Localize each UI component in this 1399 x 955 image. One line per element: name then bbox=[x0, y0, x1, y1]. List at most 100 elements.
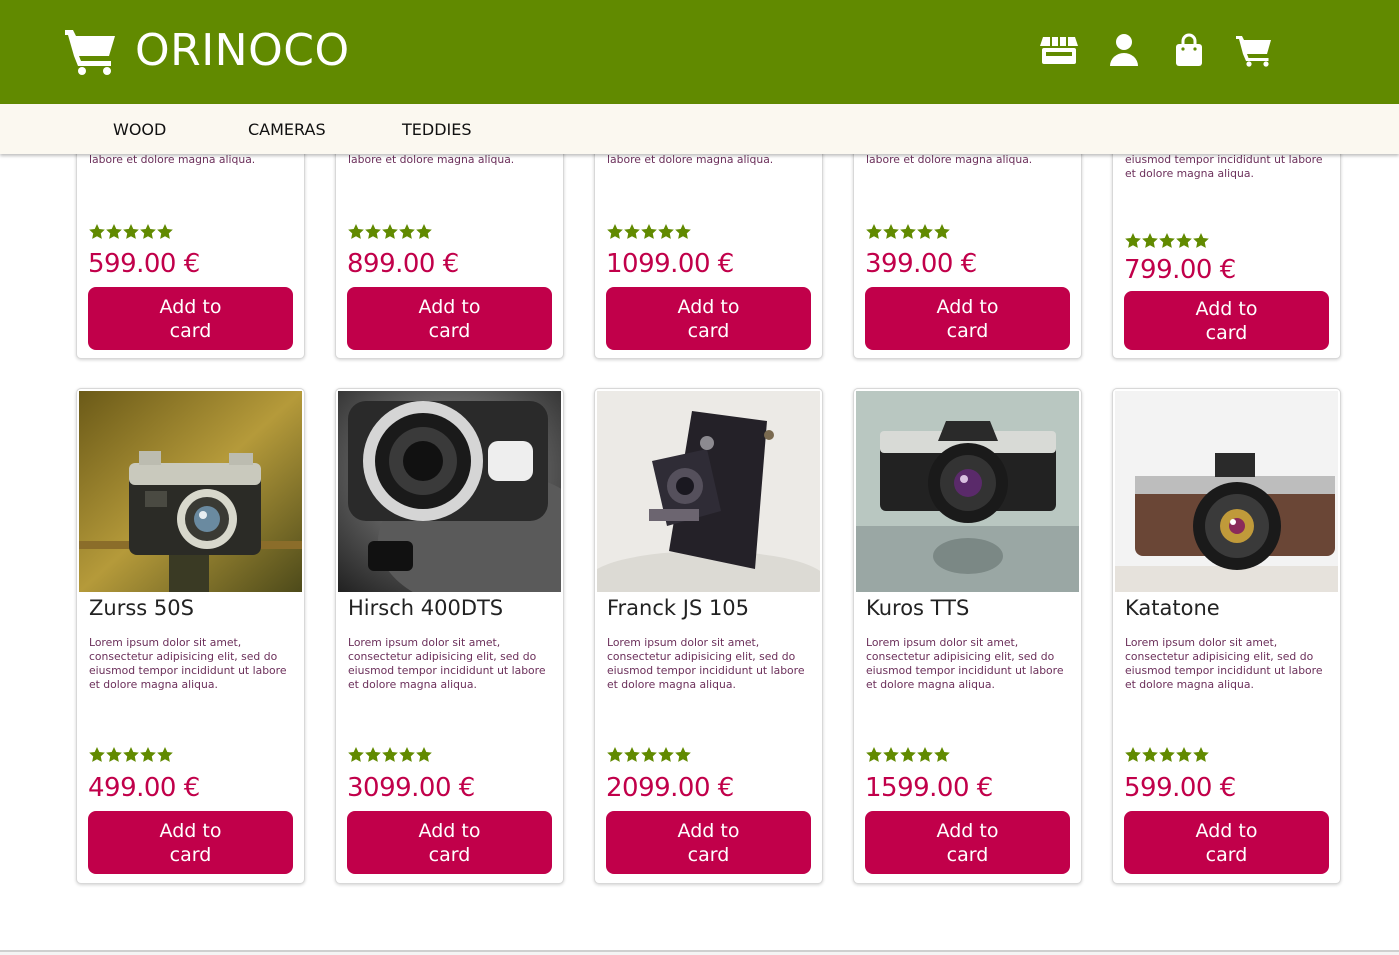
star-icon bbox=[1193, 747, 1209, 762]
product-name[interactable]: Franck JS 105 bbox=[607, 596, 749, 620]
product-price: 899.00 € bbox=[347, 249, 459, 279]
product-image[interactable] bbox=[597, 391, 820, 592]
star-icon bbox=[123, 224, 139, 239]
rating-stars bbox=[1125, 233, 1210, 248]
product-price: 399.00 € bbox=[865, 249, 977, 279]
product-price: 1099.00 € bbox=[606, 249, 734, 279]
star-icon bbox=[917, 747, 933, 762]
shopping-bag-icon[interactable] bbox=[1170, 30, 1208, 70]
add-to-cart-label: Add to card bbox=[677, 295, 740, 342]
star-icon bbox=[399, 224, 415, 239]
product-price: 499.00 € bbox=[88, 773, 200, 803]
star-icon bbox=[624, 747, 640, 762]
add-to-cart-label: Add to card bbox=[418, 295, 481, 342]
star-icon bbox=[900, 747, 916, 762]
star-icon bbox=[157, 224, 173, 239]
product-price: 3099.00 € bbox=[347, 773, 475, 803]
product-description: Lorem ipsum dolor sit amet, consectetur … bbox=[866, 636, 1064, 691]
star-icon bbox=[900, 224, 916, 239]
product-card: Hirsch 400DTS Lorem ipsum dolor sit amet… bbox=[335, 388, 564, 884]
header-actions bbox=[1040, 30, 1273, 70]
add-to-cart-button[interactable]: Add to card bbox=[865, 287, 1070, 350]
product-price: 1599.00 € bbox=[865, 773, 993, 803]
star-icon bbox=[348, 747, 364, 762]
add-to-cart-button[interactable]: Add to card bbox=[347, 287, 552, 350]
add-to-cart-button[interactable]: Add to card bbox=[606, 811, 811, 874]
star-icon bbox=[1159, 233, 1175, 248]
category-nav: WOOD CAMERAS TEDDIES bbox=[0, 104, 1399, 154]
add-to-cart-label: Add to card bbox=[1195, 819, 1258, 866]
star-icon bbox=[866, 747, 882, 762]
add-to-cart-label: Add to card bbox=[677, 819, 740, 866]
rating-stars bbox=[89, 747, 174, 762]
product-image[interactable] bbox=[79, 391, 302, 592]
star-icon bbox=[607, 224, 623, 239]
star-icon bbox=[641, 224, 657, 239]
product-image[interactable] bbox=[856, 391, 1079, 592]
star-icon bbox=[1125, 747, 1141, 762]
star-icon bbox=[1142, 747, 1158, 762]
rating-stars bbox=[348, 224, 433, 239]
site-header: ORINOCO bbox=[0, 0, 1399, 104]
store-icon[interactable] bbox=[1040, 30, 1078, 70]
product-description: Lorem ipsum dolor sit amet, consectetur … bbox=[89, 636, 287, 691]
cart-logo-icon bbox=[65, 30, 115, 75]
add-to-cart-label: Add to card bbox=[936, 819, 999, 866]
product-price: 599.00 € bbox=[88, 249, 200, 279]
brand-logo[interactable]: ORINOCO bbox=[63, 26, 350, 76]
product-card: Zurss 50S Lorem ipsum dolor sit amet, co… bbox=[76, 388, 305, 884]
nav-item-cameras[interactable]: CAMERAS bbox=[248, 120, 326, 139]
star-icon bbox=[416, 224, 432, 239]
product-name[interactable]: Katatone bbox=[1125, 596, 1220, 620]
product-description: labore et dolore magna aliqua. bbox=[89, 153, 256, 166]
star-icon bbox=[1193, 233, 1209, 248]
rating-stars bbox=[1125, 747, 1210, 762]
rating-stars bbox=[348, 747, 433, 762]
star-icon bbox=[123, 747, 139, 762]
product-price: 2099.00 € bbox=[606, 773, 734, 803]
product-description: eiusmod tempor incididunt ut labore et d… bbox=[1125, 153, 1323, 180]
star-icon bbox=[883, 747, 899, 762]
page-bottom-divider bbox=[0, 950, 1399, 955]
star-icon bbox=[382, 224, 398, 239]
product-name[interactable]: Zurss 50S bbox=[89, 596, 194, 620]
product-description: Lorem ipsum dolor sit amet, consectetur … bbox=[1125, 636, 1323, 691]
star-icon bbox=[934, 747, 950, 762]
nav-item-wood[interactable]: WOOD bbox=[113, 120, 166, 139]
product-image[interactable] bbox=[338, 391, 561, 592]
brand-name: ORINOCO bbox=[135, 25, 350, 76]
product-card: Katatone Lorem ipsum dolor sit amet, con… bbox=[1112, 388, 1341, 884]
cart-icon[interactable] bbox=[1235, 30, 1273, 70]
rating-stars bbox=[866, 747, 951, 762]
add-to-cart-button[interactable]: Add to card bbox=[865, 811, 1070, 874]
add-to-cart-button[interactable]: Add to card bbox=[88, 287, 293, 350]
page: ORINOCO WOOD CAMERAS TEDDIES labore et d… bbox=[0, 0, 1399, 955]
star-icon bbox=[866, 224, 882, 239]
star-icon bbox=[658, 224, 674, 239]
star-icon bbox=[140, 747, 156, 762]
star-icon bbox=[675, 224, 691, 239]
product-name[interactable]: Kuros TTS bbox=[866, 596, 969, 620]
add-to-cart-label: Add to card bbox=[159, 819, 222, 866]
star-icon bbox=[917, 224, 933, 239]
add-to-cart-button[interactable]: Add to card bbox=[606, 287, 811, 350]
add-to-cart-button[interactable]: Add to card bbox=[1124, 291, 1329, 350]
add-to-cart-button[interactable]: Add to card bbox=[1124, 811, 1329, 874]
add-to-cart-button[interactable]: Add to card bbox=[347, 811, 552, 874]
star-icon bbox=[106, 224, 122, 239]
add-to-cart-label: Add to card bbox=[159, 295, 222, 342]
product-name[interactable]: Hirsch 400DTS bbox=[348, 596, 503, 620]
star-icon bbox=[365, 224, 381, 239]
product-image[interactable] bbox=[1115, 391, 1338, 592]
user-icon[interactable] bbox=[1105, 30, 1143, 70]
star-icon bbox=[106, 747, 122, 762]
rating-stars bbox=[607, 747, 692, 762]
product-description: labore et dolore magna aliqua. bbox=[607, 153, 774, 166]
add-to-cart-button[interactable]: Add to card bbox=[88, 811, 293, 874]
star-icon bbox=[934, 224, 950, 239]
star-icon bbox=[416, 747, 432, 762]
nav-item-teddies[interactable]: TEDDIES bbox=[402, 120, 472, 139]
star-icon bbox=[883, 224, 899, 239]
product-description: labore et dolore magna aliqua. bbox=[866, 153, 1033, 166]
star-icon bbox=[89, 224, 105, 239]
